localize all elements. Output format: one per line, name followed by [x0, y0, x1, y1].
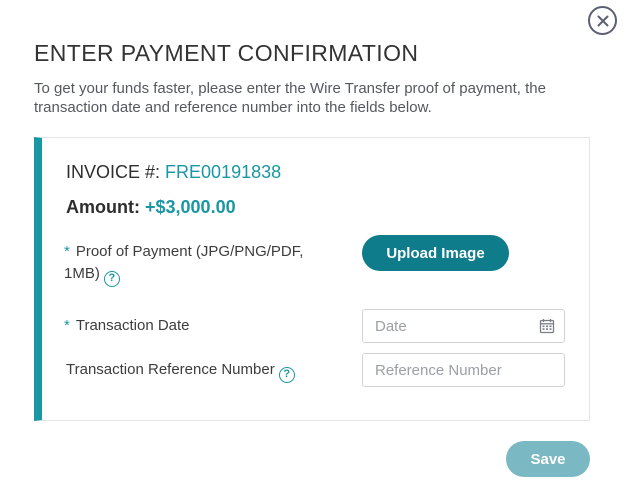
- reference-number-input[interactable]: [362, 353, 565, 387]
- amount-label: Amount:: [66, 197, 140, 217]
- save-button[interactable]: Save: [506, 441, 590, 477]
- invoice-number-row: INVOICE #: FRE00191838: [66, 162, 281, 183]
- required-marker: *: [64, 243, 70, 260]
- amount-row: Amount: +$3,000.00: [66, 197, 236, 218]
- proof-of-payment-label: * Proof of Payment (JPG/PNG/PDF, 1MB)?: [64, 241, 303, 287]
- upload-image-button[interactable]: Upload Image: [362, 235, 509, 271]
- invoice-label: INVOICE #:: [66, 162, 161, 182]
- required-marker: *: [64, 317, 70, 334]
- close-icon: [597, 15, 608, 26]
- dialog-title: ENTER PAYMENT CONFIRMATION: [34, 40, 419, 66]
- payment-confirmation-dialog: ENTER PAYMENT CONFIRMATION To get your f…: [0, 0, 624, 503]
- question-circle-icon[interactable]: ?: [103, 271, 120, 287]
- invoice-number: FRE00191838: [165, 162, 282, 182]
- payment-form-card: INVOICE #: FRE00191838 Amount: +$3,000.0…: [34, 137, 590, 421]
- close-button[interactable]: [588, 6, 617, 35]
- transaction-reference-label: Transaction Reference Number?: [66, 359, 295, 383]
- transaction-date-input[interactable]: [362, 309, 565, 343]
- calendar-icon[interactable]: [539, 318, 555, 334]
- question-circle-icon[interactable]: ?: [278, 367, 295, 383]
- transaction-date-label: * Transaction Date: [64, 317, 190, 334]
- amount-value: +$3,000.00: [145, 197, 236, 217]
- dialog-intro-text: To get your funds faster, please enter t…: [34, 80, 546, 116]
